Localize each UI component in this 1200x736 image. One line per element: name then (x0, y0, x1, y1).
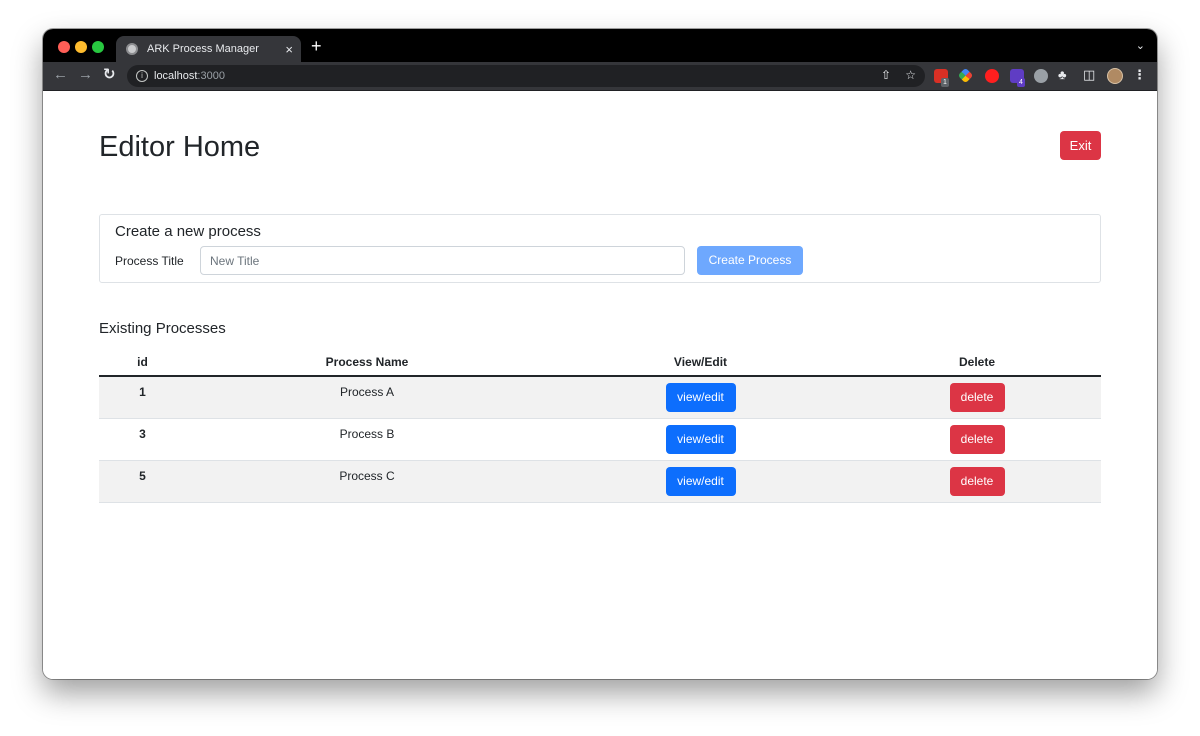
side-panel-icon[interactable]: ◫ (1083, 68, 1095, 81)
process-title-label: Process Title (115, 254, 184, 268)
processes-table: id Process Name View/Edit Delete 1 Proce… (99, 349, 1101, 503)
view-edit-button[interactable]: view/edit (665, 382, 736, 412)
site-info-icon[interactable]: i (136, 70, 148, 82)
new-tab-button[interactable]: + (311, 37, 322, 55)
tab-search-chevron-icon[interactable]: ⌄ (1136, 39, 1145, 52)
process-id: 5 (139, 469, 146, 483)
delete-button[interactable]: delete (949, 466, 1005, 496)
column-header-id: id (99, 349, 186, 377)
back-arrow-icon[interactable]: ← (53, 67, 68, 82)
create-process-card: Create a new process Process Title Creat… (99, 214, 1101, 283)
name-cell: Process A (186, 376, 548, 418)
profile-avatar[interactable] (1107, 68, 1123, 84)
name-cell: Process B (186, 418, 548, 460)
url-host: localhost (154, 70, 198, 82)
maximize-window-button[interactable] (92, 41, 104, 53)
close-window-button[interactable] (58, 41, 70, 53)
view-cell: view/edit (548, 460, 853, 502)
url-text[interactable]: localhost:3000 (154, 70, 225, 82)
existing-processes-heading: Existing Processes (99, 320, 226, 337)
view-cell: view/edit (548, 418, 853, 460)
name-cell: Process C (186, 460, 548, 502)
close-tab-icon[interactable]: × (285, 43, 293, 56)
url-port: :3000 (197, 70, 225, 82)
column-header-delete: Delete (853, 349, 1101, 377)
process-title-input[interactable] (200, 246, 685, 275)
view-edit-button[interactable]: view/edit (665, 466, 736, 496)
process-id: 3 (139, 427, 146, 441)
share-icon[interactable]: ⇧ (881, 69, 891, 81)
extension-badge: 4 (1017, 78, 1025, 87)
id-cell: 5 (99, 460, 186, 502)
column-header-view-edit: View/Edit (548, 349, 853, 377)
delete-cell: delete (853, 418, 1101, 460)
delete-cell: delete (853, 376, 1101, 418)
delete-button[interactable]: delete (949, 424, 1005, 454)
minimize-window-button[interactable] (75, 41, 87, 53)
process-name: Process A (339, 385, 395, 400)
view-cell: view/edit (548, 376, 853, 418)
extension-icon-shield[interactable] (985, 69, 999, 83)
tab-title: ARK Process Manager (147, 43, 259, 55)
extension-icon-gray[interactable] (1034, 69, 1048, 83)
process-id: 1 (139, 385, 146, 400)
bookmark-star-icon[interactable]: ☆ (905, 69, 916, 81)
page-content: Editor Home Exit Create a new process Pr… (43, 91, 1157, 679)
extensions-puzzle-icon[interactable]: ♣ (1058, 68, 1067, 81)
table-row: 5 Process C view/edit delete (99, 460, 1101, 502)
delete-button[interactable]: delete (949, 382, 1005, 412)
globe-icon (126, 43, 138, 55)
browser-tab[interactable]: ARK Process Manager × (116, 36, 301, 62)
id-cell: 3 (99, 418, 186, 460)
process-name: Process B (339, 427, 395, 441)
column-header-process-name: Process Name (186, 349, 548, 377)
process-name: Process C (339, 469, 395, 483)
create-process-heading: Create a new process (115, 223, 261, 240)
browser-window: ARK Process Manager × + ⌄ ← → ↻ i localh… (43, 29, 1157, 679)
extension-badge: 1 (941, 78, 949, 87)
id-cell: 1 (99, 376, 186, 418)
delete-cell: delete (853, 460, 1101, 502)
table-header-row: id Process Name View/Edit Delete (99, 349, 1101, 377)
tab-bar: ARK Process Manager × + ⌄ (43, 29, 1157, 62)
forward-arrow-icon[interactable]: → (78, 67, 93, 82)
table-row: 3 Process B view/edit delete (99, 418, 1101, 460)
extension-icon-colorful[interactable] (957, 67, 974, 84)
more-menu-icon[interactable]: ⋮ (1133, 68, 1146, 81)
address-bar[interactable]: i localhost:3000 ⇧ ☆ (127, 65, 925, 87)
create-process-button[interactable]: Create Process (697, 246, 803, 275)
browser-toolbar: ← → ↻ i localhost:3000 ⇧ ☆ 1 4 ♣ ◫ ⋮ (43, 62, 1157, 91)
exit-button[interactable]: Exit (1060, 131, 1101, 160)
page-title: Editor Home (99, 131, 261, 163)
reload-icon[interactable]: ↻ (103, 67, 116, 82)
view-edit-button[interactable]: view/edit (665, 424, 736, 454)
table-row: 1 Process A view/edit delete (99, 376, 1101, 418)
